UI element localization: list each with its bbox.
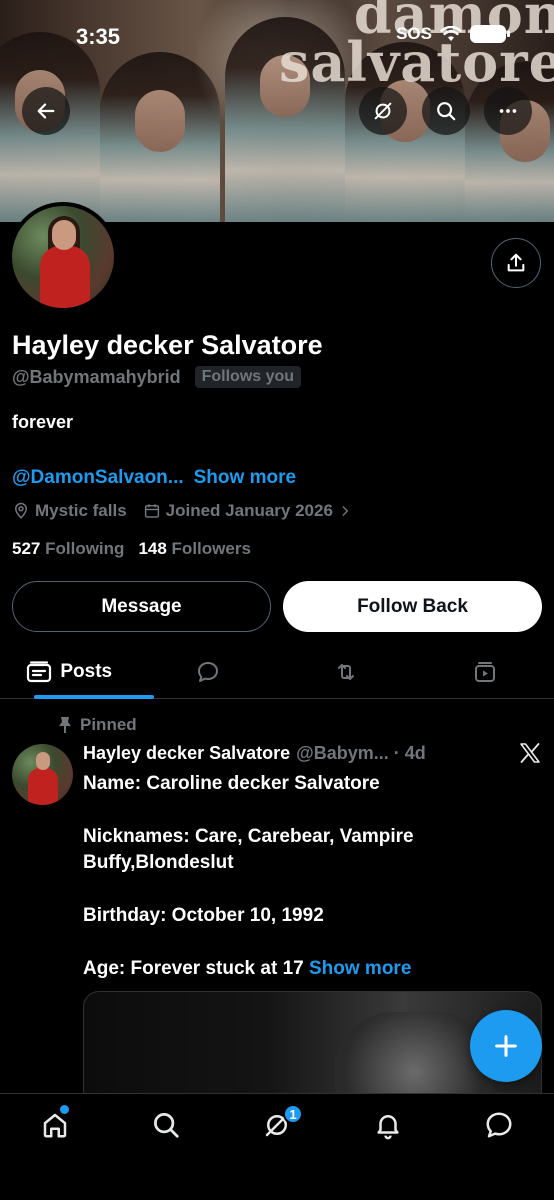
post-author-name[interactable]: Hayley decker Salvatore xyxy=(83,743,290,764)
post-line: Nicknames: Care, Carebear, Vampire Buffy… xyxy=(83,826,414,873)
bottom-nav: 1 xyxy=(0,1093,554,1200)
plus-icon xyxy=(495,1035,517,1057)
search-icon xyxy=(154,1113,179,1138)
profile-tabs: Posts xyxy=(0,646,554,699)
profile-bio: forever xyxy=(12,412,74,432)
joined-item[interactable]: Joined January 2026 xyxy=(143,501,352,521)
post-line-last: Age: Forever stuck at 17 Show more xyxy=(83,956,523,982)
media-icon xyxy=(474,662,495,682)
profile-meta: Mystic falls Joined January 2026 xyxy=(12,501,368,521)
chat-bubble-icon xyxy=(486,1112,512,1138)
status-indicators: SOS xyxy=(396,24,510,44)
nav-home[interactable] xyxy=(0,1094,111,1200)
retweet-icon xyxy=(338,664,355,680)
pinned-label: Pinned xyxy=(80,715,137,734)
follows-you-badge: Follows you xyxy=(194,366,302,388)
replies-icon xyxy=(197,662,218,682)
following-label: Following xyxy=(45,539,125,558)
more-horizontal-icon xyxy=(499,109,517,113)
post-line: Name: Caroline decker Salvatore xyxy=(83,773,380,794)
nav-notifications[interactable] xyxy=(332,1094,443,1200)
nav-messages[interactable] xyxy=(443,1094,554,1200)
media-image xyxy=(334,1012,494,1100)
avatar-image xyxy=(12,206,114,308)
tab-replies[interactable] xyxy=(139,646,278,698)
follow-counts: 527 Following 148 Followers xyxy=(12,539,251,559)
home-icon xyxy=(44,1113,67,1138)
location-pin-icon xyxy=(14,502,28,519)
calendar-icon xyxy=(144,504,159,518)
location-text: Mystic falls xyxy=(35,501,127,520)
back-button[interactable] xyxy=(22,87,70,135)
following-count: 527 xyxy=(12,539,41,558)
chevron-right-icon xyxy=(342,506,349,516)
post-line: Age: Forever stuck at 17 xyxy=(83,958,304,979)
tab-media[interactable] xyxy=(416,646,554,698)
search-icon xyxy=(437,102,456,121)
status-time: 3:35 xyxy=(76,24,121,49)
followers-label: Followers xyxy=(171,539,251,558)
share-icon xyxy=(507,253,525,272)
search-button[interactable] xyxy=(422,87,470,135)
notification-badge: 1 xyxy=(283,1104,303,1124)
bio-link-row: @DamonSalvaon... Show more xyxy=(12,467,296,489)
post-show-more-link[interactable]: Show more xyxy=(309,958,411,979)
bell-icon xyxy=(377,1115,399,1140)
home-unread-dot xyxy=(60,1105,69,1114)
joined-text: Joined January 2026 xyxy=(165,501,333,520)
grok-icon xyxy=(374,102,392,120)
pin-icon xyxy=(59,717,71,733)
following-link[interactable]: 527 Following xyxy=(12,539,124,559)
post-line: Birthday: October 10, 1992 xyxy=(83,905,324,926)
post-header: Hayley decker Salvatore @Babym... · 4d xyxy=(83,743,426,764)
nav-search[interactable] xyxy=(111,1094,222,1200)
pinned-indicator: Pinned xyxy=(58,715,137,735)
profile-avatar[interactable] xyxy=(8,202,118,312)
tab-posts-label: Posts xyxy=(60,661,113,682)
nav-grok[interactable] xyxy=(222,1094,333,1200)
more-button[interactable] xyxy=(484,87,532,135)
follow-back-button[interactable]: Follow Back xyxy=(283,581,542,632)
profile-name: Hayley decker Salvatore xyxy=(12,330,323,360)
bio-mention-link[interactable]: @DamonSalvaon... xyxy=(12,467,184,489)
bio-show-more-link[interactable]: Show more xyxy=(194,467,296,489)
share-button[interactable] xyxy=(491,238,541,288)
post-body: Name: Caroline decker Salvatore Nickname… xyxy=(83,771,523,982)
sos-label: SOS xyxy=(396,24,432,43)
grok-button[interactable] xyxy=(359,87,407,135)
message-button[interactable]: Message xyxy=(12,581,271,632)
tab-posts[interactable]: Posts xyxy=(0,646,154,699)
post-avatar[interactable] xyxy=(12,744,73,805)
location-item: Mystic falls xyxy=(12,501,127,521)
post-author-meta: @Babym... · 4d xyxy=(296,743,426,763)
posts-icon xyxy=(27,661,52,683)
compose-button[interactable] xyxy=(470,1010,542,1082)
battery-icon xyxy=(470,25,510,43)
followers-count: 148 xyxy=(138,539,167,558)
arrow-left-icon xyxy=(37,103,55,119)
x-logo-icon[interactable] xyxy=(518,741,542,770)
wifi-icon xyxy=(440,26,462,41)
handle-row: @Babymamahybrid Follows you xyxy=(12,366,302,388)
tab-reposts[interactable] xyxy=(277,646,416,698)
followers-link[interactable]: 148 Followers xyxy=(138,539,250,559)
profile-handle: @Babymamahybrid xyxy=(12,366,181,387)
